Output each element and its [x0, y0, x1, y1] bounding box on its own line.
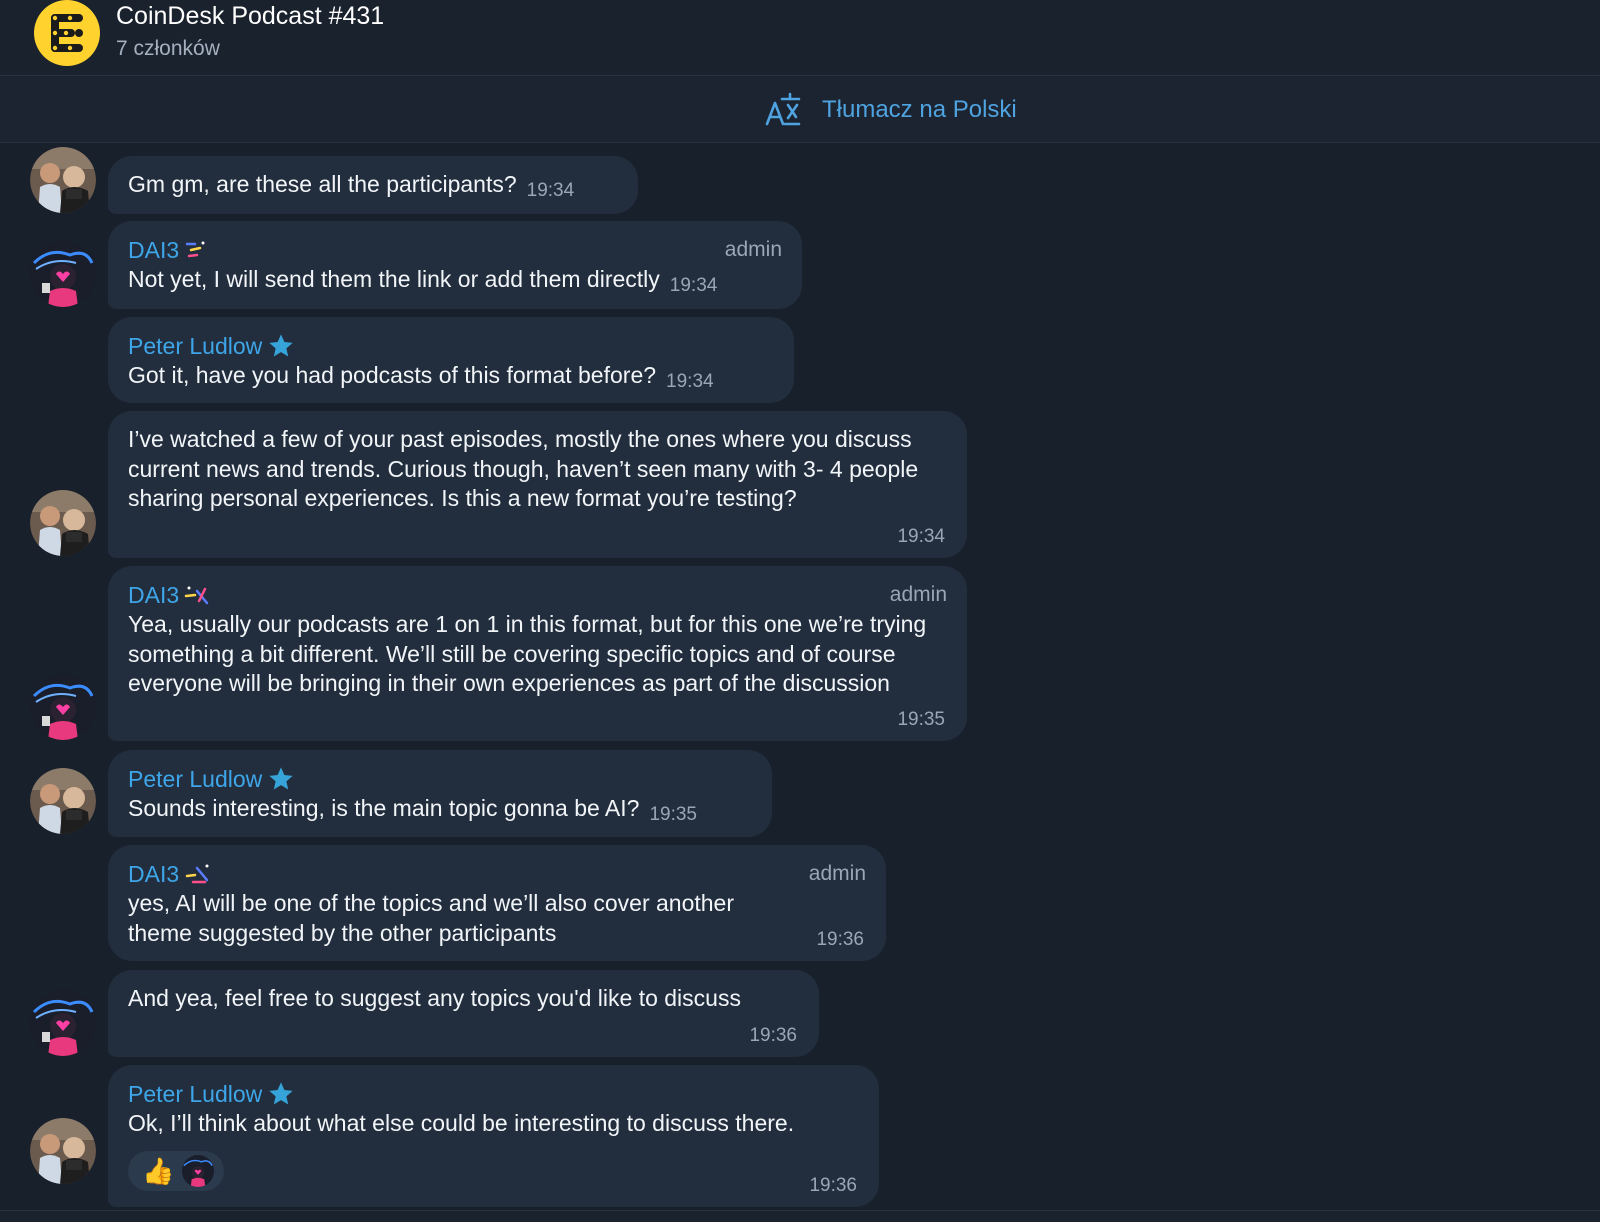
message-time: 19:35	[897, 709, 945, 730]
message-time: 19:36	[809, 1175, 857, 1196]
emoji-status-icon	[185, 241, 205, 258]
message-bubble[interactable]: Gm gm, are these all the participants? 19…	[108, 156, 638, 214]
message-bubble[interactable]: DAI3 admin Not yet, I will send them the…	[108, 221, 802, 309]
composer-bar-edge	[0, 1210, 1600, 1222]
sender-name[interactable]: DAI3	[128, 580, 179, 610]
photo-avatar-icon	[30, 1118, 96, 1184]
sender-name[interactable]: DAI3	[128, 235, 179, 265]
message-bubble[interactable]: DAI3 admin yes, AI will be one of the to…	[108, 845, 886, 961]
message-time: 19:34	[897, 526, 945, 547]
sender-line: Peter Ludlow	[128, 1079, 859, 1109]
admin-badge: admin	[808, 862, 866, 885]
message-text: And yea, feel free to suggest any topics…	[128, 985, 741, 1011]
premium-star-icon	[269, 334, 293, 357]
emoji-status-icon	[185, 864, 209, 884]
message-text: Yea, usually our podcasts are 1 on 1 in …	[128, 611, 927, 696]
anime-avatar-icon	[30, 241, 96, 307]
photo-avatar-icon	[30, 768, 96, 834]
reaction-chip[interactable]: 👍	[128, 1150, 225, 1191]
dai3-avatar[interactable]	[30, 990, 96, 1056]
sender-name[interactable]: Peter Ludlow	[128, 1079, 262, 1109]
sender-line: DAI3	[128, 580, 947, 610]
group-avatar[interactable]	[34, 0, 100, 66]
peter-avatar[interactable]	[30, 147, 96, 213]
message-text: Not yet, I will send them the link or ad…	[128, 265, 782, 297]
thumbs-up-reaction: 👍	[142, 1155, 175, 1186]
sender-line: Peter Ludlow	[128, 764, 752, 794]
emoji-status-icon	[184, 586, 209, 605]
photo-avatar-icon	[30, 147, 96, 213]
message-text: Ok, I’ll think about what else could be …	[128, 1110, 795, 1136]
peter-avatar[interactable]	[30, 490, 96, 556]
chat-header[interactable]: CoinDesk Podcast #431 7 członków	[0, 0, 1600, 76]
translate-button[interactable]: Tłumacz na Polski	[822, 96, 1017, 124]
message-time: 19:34	[666, 371, 714, 392]
translate-icon	[765, 92, 801, 126]
message-time: 19:36	[749, 1025, 797, 1046]
message-time: 19:35	[649, 804, 697, 825]
message-text: I’ve watched a few of your past episodes…	[128, 426, 919, 511]
message-bubble[interactable]: Peter Ludlow Got it, have you had podcas…	[108, 317, 794, 403]
dai3-avatar[interactable]	[30, 674, 96, 740]
anime-avatar-icon	[30, 990, 96, 1056]
chat-title: CoinDesk Podcast #431	[116, 2, 385, 30]
photo-avatar-icon	[30, 490, 96, 556]
message-text: yes, AI will be one of the topics and we…	[128, 890, 735, 946]
message-time: 19:36	[816, 929, 864, 950]
translate-bar[interactable]: Tłumacz na Polski	[0, 77, 1600, 143]
message-time: 19:34	[669, 275, 718, 296]
admin-badge: admin	[889, 583, 947, 606]
premium-star-icon	[269, 1082, 293, 1105]
admin-badge: admin	[724, 238, 782, 261]
member-count: 7 członków	[116, 37, 220, 60]
message-text: Sounds interesting, is the main topic go…	[128, 794, 752, 826]
sender-name[interactable]: Peter Ludlow	[128, 331, 262, 361]
premium-star-icon	[269, 767, 293, 790]
message-bubble[interactable]: Peter Ludlow Sounds interesting, is the …	[108, 750, 772, 837]
sender-line: DAI3	[128, 235, 782, 265]
dai3-avatar[interactable]	[30, 241, 96, 307]
sender-name[interactable]: Peter Ludlow	[128, 764, 262, 794]
message-text: Got it, have you had podcasts of this fo…	[128, 361, 774, 393]
sender-line: DAI3	[128, 859, 866, 889]
message-time: 19:34	[526, 180, 575, 201]
sender-name[interactable]: DAI3	[128, 859, 179, 889]
message-bubble[interactable]: I’ve watched a few of your past episodes…	[108, 411, 967, 558]
message-bubble[interactable]: And yea, feel free to suggest any topics…	[108, 970, 819, 1057]
reactor-avatar-icon	[182, 1154, 215, 1187]
peter-avatar[interactable]	[30, 768, 96, 834]
message-text: Gm gm, are these all the participants? 19…	[128, 170, 618, 202]
message-bubble[interactable]: Peter Ludlow Ok, I’ll think about what e…	[108, 1065, 879, 1207]
sender-line: Peter Ludlow	[128, 331, 774, 361]
message-bubble[interactable]: DAI3 admin Yea, usually our podcasts are…	[108, 566, 967, 741]
coindesk-logo-icon	[51, 14, 83, 52]
peter-avatar[interactable]	[30, 1118, 96, 1184]
anime-avatar-icon	[30, 674, 96, 740]
